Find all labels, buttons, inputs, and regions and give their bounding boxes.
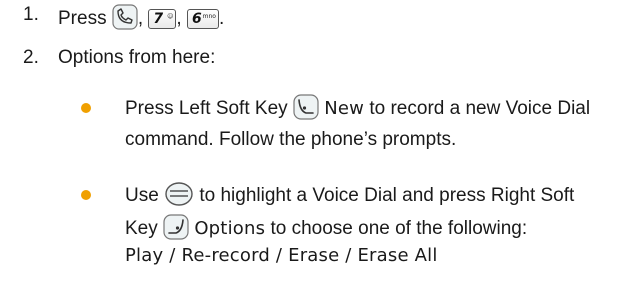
key-7-icon: 7 ☺	[148, 9, 177, 29]
left-soft-key-icon	[293, 94, 319, 126]
step-1-separator-2: ,	[176, 8, 182, 29]
step-number-2: 2.	[23, 47, 39, 68]
bullet-1-line-2: command. Follow the phone’s prompts.	[125, 129, 457, 150]
bullet-1-text-end: to record a new Voice Dial	[369, 98, 591, 119]
step-2-text: Options from here:	[58, 47, 216, 68]
bullet-2-key-label: Key	[125, 218, 158, 239]
bullet-1-text-start: Press Left Soft Key	[125, 98, 288, 119]
bullet-dot-2	[81, 190, 91, 200]
step-1-press-label: Press	[58, 8, 107, 29]
bullet-1-line-1: Press Left Soft Key New to record a new …	[125, 94, 590, 126]
talk-key-icon	[112, 4, 138, 36]
bullet-2-text-end: to highlight a Voice Dial and press Righ…	[199, 185, 575, 206]
navigation-key-icon	[164, 181, 194, 213]
bullet-2-line-1: Use to highlight a Voice Dial and press …	[125, 181, 574, 213]
bullet-2-line-2: Key Options to choose one of the followi…	[125, 214, 527, 246]
bullet-2-options-label: Options	[194, 218, 266, 239]
step-1-separator-1: ,	[137, 8, 144, 29]
bullet-1-new-label: New	[324, 98, 365, 119]
key-6-icon: 6 mno	[186, 9, 219, 29]
step-number-1: 1.	[23, 4, 39, 25]
right-soft-key-icon	[163, 214, 189, 246]
bullet-2-options-list: Play / Re-record / Erase / Erase All	[125, 245, 438, 266]
step-1-text: Press , 7 ☺, 6 mno.	[58, 4, 224, 36]
step-1-end: .	[218, 8, 225, 29]
bullet-2-line-2-end: to choose one of the following:	[270, 218, 528, 239]
bullet-dot-1	[81, 103, 91, 113]
bullet-2-text-start: Use	[125, 185, 159, 206]
